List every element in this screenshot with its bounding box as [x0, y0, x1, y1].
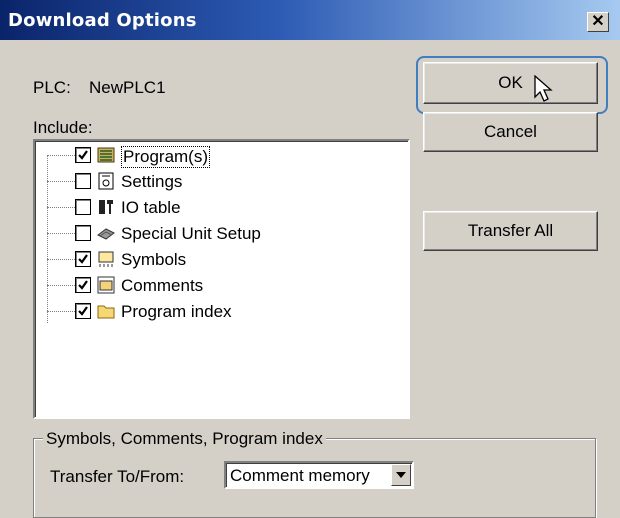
tree-connector [47, 155, 75, 156]
ok-button[interactable]: OK [423, 62, 598, 104]
tree-connector [47, 311, 75, 312]
tree-item[interactable]: Special Unit Setup [35, 221, 405, 247]
cancel-button[interactable]: Cancel [423, 112, 598, 152]
plc-name: NewPLC1 [89, 78, 166, 97]
transfer-select-value: Comment memory [230, 466, 370, 485]
mouse-cursor-icon [534, 75, 553, 102]
tree-item-checkbox[interactable] [75, 225, 91, 241]
tree-item-label: Comments [121, 276, 204, 295]
tree-item-label: Program(s) [121, 146, 211, 168]
transfer-select[interactable]: Comment memory [224, 461, 414, 489]
tree-connector [47, 181, 75, 182]
tree-item-checkbox[interactable] [75, 173, 91, 189]
tree-connector [47, 259, 75, 260]
tree-item-label: IO table [121, 198, 181, 217]
tree-item-label: Special Unit Setup [121, 224, 261, 243]
transfer-label: Transfer To/From: [50, 467, 185, 486]
plc-label: PLC: [33, 78, 71, 97]
tree-connector [47, 207, 75, 208]
dropdown-button[interactable] [391, 464, 411, 486]
program-icon [96, 145, 116, 165]
include-label: Include: [33, 118, 93, 137]
close-icon: ✕ [591, 13, 605, 30]
title-bar[interactable]: Download Options ✕ [0, 0, 620, 40]
folder-icon [96, 301, 116, 321]
tree-item-checkbox[interactable] [75, 199, 91, 215]
include-tree[interactable]: Program(s) Settings IO table Special Unit S… [33, 139, 410, 419]
tree-item-checkbox[interactable] [75, 303, 91, 319]
group-legend: Symbols, Comments, Program index [43, 429, 326, 449]
tree-item[interactable]: Comments [35, 273, 405, 299]
tree-connector [47, 233, 75, 234]
tree-item[interactable]: Symbols [35, 247, 405, 273]
settings-icon [96, 171, 116, 191]
tree-item[interactable]: Program index [35, 299, 405, 325]
ok-button-label: OK [498, 73, 523, 92]
comments-icon [96, 275, 116, 295]
symbols-icon [96, 249, 116, 269]
transfer-all-button-label: Transfer All [467, 221, 554, 240]
io-table-icon [96, 197, 116, 217]
download-options-dialog: Download Options ✕ PLC: NewPLC1 Include:… [0, 0, 620, 518]
tree-item-checkbox[interactable] [75, 147, 91, 163]
tree-connector [47, 285, 75, 286]
tree-item-checkbox[interactable] [75, 251, 91, 267]
chevron-down-icon [396, 472, 406, 478]
special-unit-icon [96, 223, 116, 243]
dialog-title: Download Options [8, 10, 197, 31]
tree-item[interactable]: Settings [35, 169, 405, 195]
tree-item-label: Settings [121, 172, 183, 191]
tree-item-label: Symbols [121, 250, 187, 269]
tree-item[interactable]: Program(s) [35, 143, 405, 169]
close-button[interactable]: ✕ [587, 12, 609, 32]
tree-item[interactable]: IO table [35, 195, 405, 221]
tree-item-label: Program index [121, 302, 232, 321]
tree-item-checkbox[interactable] [75, 277, 91, 293]
transfer-all-button[interactable]: Transfer All [423, 211, 598, 251]
cancel-button-label: Cancel [484, 122, 537, 141]
